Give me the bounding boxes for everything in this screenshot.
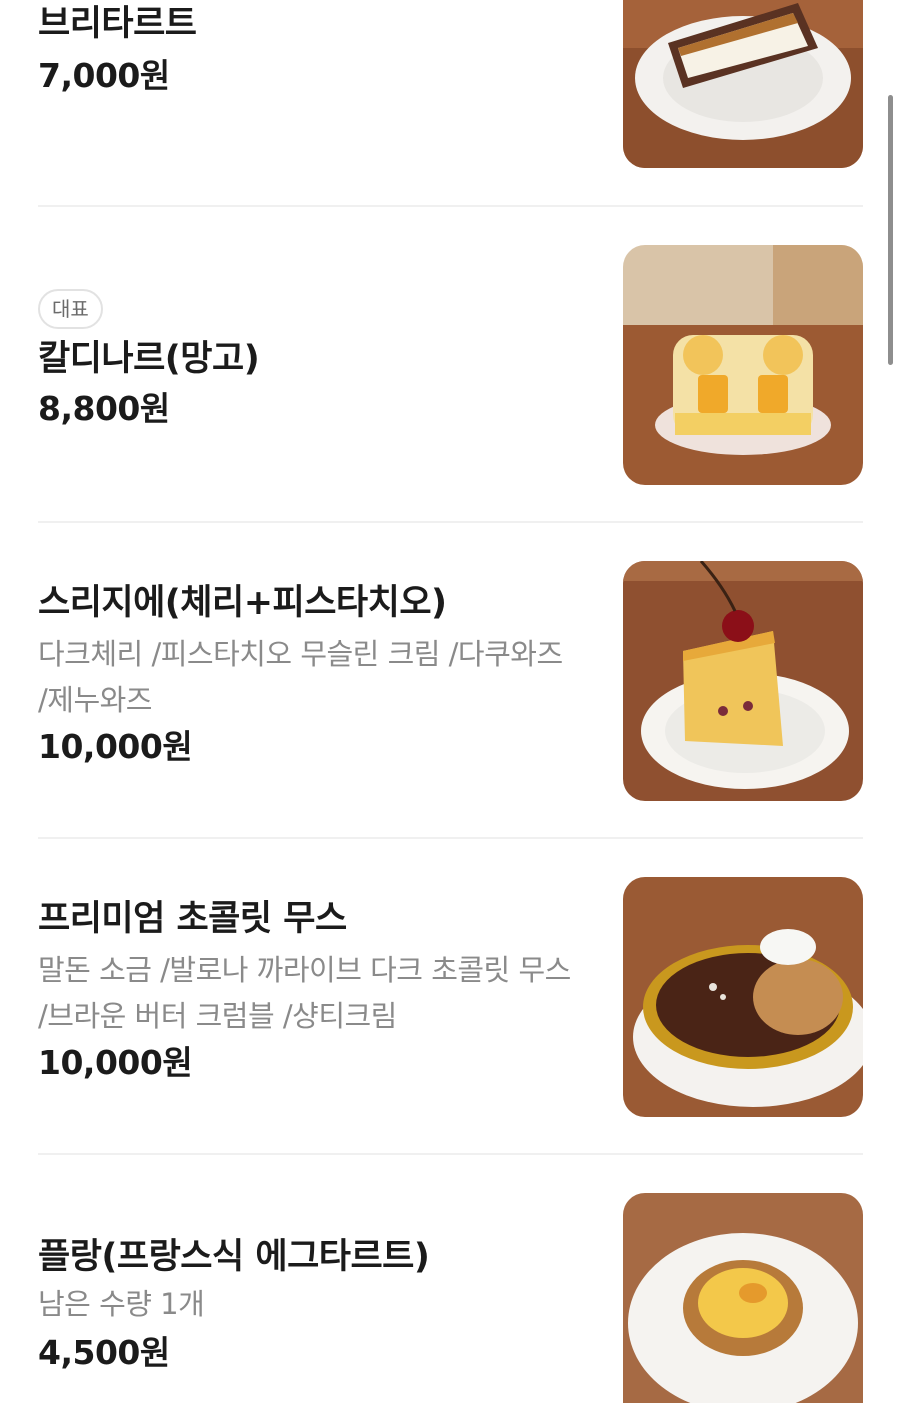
mango-cake-photo (623, 245, 863, 485)
egg-tart-photo (623, 1193, 863, 1403)
cherry-cake-photo (623, 561, 863, 801)
item-description: 다크체리 /피스타치오 무슬린 크림 /다쿠와즈 /제누와즈 (38, 637, 563, 717)
signature-badge: 대표 (38, 289, 103, 329)
item-price: 10,000원 (38, 1043, 193, 1082)
item-description: 남은 수량 1개 (38, 1287, 205, 1321)
menu-item[interactable]: 플랑(프랑스식 에그타르트) 남은 수량 1개 4,500원 (38, 1193, 863, 1403)
divider (38, 837, 863, 839)
scrollbar[interactable] (888, 95, 893, 365)
menu-item[interactable]: 대표 칼디나르(망고) 8,800원 (38, 245, 863, 485)
menu-item[interactable]: 대표 브리타르트 7,000원 (38, 0, 863, 206)
item-description: 말돈 소금 /발로나 까라이브 다크 초콜릿 무스 /브라운 버터 크럼블 /샹… (38, 953, 571, 1033)
item-price: 8,800원 (38, 389, 170, 428)
item-name: 플랑(프랑스식 에그타르트) (38, 1237, 430, 1277)
item-name: 브리타르트 (38, 4, 197, 44)
item-name: 프리미엄 초콜릿 무스 (38, 899, 347, 939)
item-name: 스리지에(체리+피스타치오) (38, 583, 447, 623)
basque-cheesecake-photo (623, 0, 863, 168)
menu-item[interactable]: 스리지에(체리+피스타치오) 다크체리 /피스타치오 무슬린 크림 /다쿠와즈 … (38, 561, 863, 801)
divider (38, 521, 863, 523)
chocolate-mousse-photo (623, 877, 863, 1117)
item-price: 7,000원 (38, 56, 170, 95)
item-name: 칼디나르(망고) (38, 339, 260, 379)
item-price: 10,000원 (38, 727, 193, 766)
divider (38, 1153, 863, 1155)
menu-item[interactable]: 프리미엄 초콜릿 무스 말돈 소금 /발로나 까라이브 다크 초콜릿 무스 /브… (38, 877, 863, 1117)
divider (38, 205, 863, 207)
item-price: 4,500원 (38, 1333, 170, 1372)
